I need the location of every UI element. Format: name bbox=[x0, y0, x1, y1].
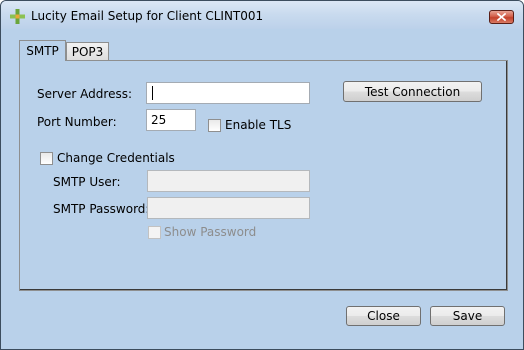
close-button[interactable]: Close bbox=[346, 306, 421, 326]
tab-smtp[interactable]: SMTP bbox=[19, 40, 66, 61]
tab-smtp-label: SMTP bbox=[26, 44, 59, 58]
smtp-user-input[interactable] bbox=[147, 170, 310, 192]
server-address-label: Server Address: bbox=[37, 87, 132, 101]
smtp-user-label: SMTP User: bbox=[53, 175, 121, 189]
save-button[interactable]: Save bbox=[430, 306, 505, 326]
smtp-password-label: SMTP Password: bbox=[53, 202, 150, 216]
tab-pop3[interactable]: POP3 bbox=[66, 42, 109, 61]
close-icon bbox=[497, 13, 506, 21]
port-number-label: Port Number: bbox=[37, 115, 117, 129]
test-connection-label: Test Connection bbox=[364, 84, 461, 99]
save-button-label: Save bbox=[452, 309, 483, 323]
smtp-password-input[interactable] bbox=[147, 197, 310, 219]
enable-tls-label: Enable TLS bbox=[225, 118, 292, 132]
tab-pop3-label: POP3 bbox=[71, 45, 104, 59]
close-button-label: Close bbox=[367, 309, 400, 323]
text-caret bbox=[152, 86, 153, 100]
test-connection-button[interactable]: Test Connection bbox=[343, 81, 482, 102]
change-credentials-checkbox[interactable] bbox=[40, 152, 53, 165]
show-password-checkbox[interactable] bbox=[148, 226, 161, 239]
email-setup-dialog: Lucity Email Setup for Client CLINT001 S… bbox=[0, 0, 524, 350]
window-title: Lucity Email Setup for Client CLINT001 bbox=[31, 9, 264, 23]
server-address-input[interactable] bbox=[146, 82, 310, 104]
enable-tls-checkbox[interactable] bbox=[208, 119, 221, 132]
window-close-button[interactable] bbox=[489, 10, 514, 24]
show-password-label: Show Password bbox=[164, 225, 257, 239]
change-credentials-label: Change Credentials bbox=[57, 151, 175, 165]
port-number-input[interactable] bbox=[146, 109, 196, 131]
title-bar[interactable]: Lucity Email Setup for Client CLINT001 bbox=[1, 1, 523, 29]
lucity-cross-icon bbox=[10, 9, 25, 24]
